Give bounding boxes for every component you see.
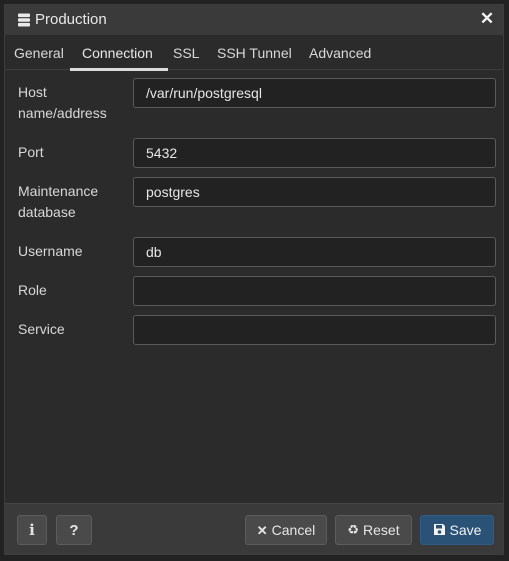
cancel-button[interactable]: ✕ Cancel [245,515,327,545]
service-label: Service [18,321,65,337]
close-icon[interactable]: ✕ [479,10,495,28]
tab-connection[interactable]: Connection [82,45,153,61]
host-label: Host name/address [18,82,107,124]
port-label: Port [18,144,44,160]
maintenance-db-input[interactable] [133,177,496,207]
save-label: Save [449,522,482,538]
database-icon [17,13,31,27]
maintenance-db-label: Maintenance database [18,181,98,223]
username-label: Username [18,243,83,259]
port-input[interactable] [133,138,496,168]
host-label-line2: name/address [18,105,107,121]
save-button[interactable]: Save [420,515,494,545]
reset-label: Reset [363,522,400,538]
maintenance-db-label-line1: Maintenance [18,183,99,199]
tab-general[interactable]: General [14,45,64,61]
service-input[interactable] [133,315,496,345]
close-icon: ✕ [256,522,268,538]
active-tab-indicator [70,68,168,71]
info-button[interactable]: i [17,515,47,545]
tab-ssh-tunnel[interactable]: SSH Tunnel [217,45,292,61]
info-icon: i [29,520,35,539]
connection-dialog: Production ✕ General Connection SSL SSH … [4,4,504,555]
reset-button[interactable]: ♻ Reset [335,515,412,545]
username-input[interactable] [133,237,496,267]
role-label: Role [18,282,47,298]
dialog-title: Production [35,11,107,28]
dialog-footer: i ? ✕ Cancel ♻ Reset Save [5,503,503,554]
help-button[interactable]: ? [56,515,92,545]
cancel-label: Cancel [271,522,316,538]
maintenance-db-label-line2: database [18,204,76,220]
recycle-icon: ♻ [347,522,360,538]
help-icon: ? [69,521,79,539]
floppy-disk-icon [433,523,446,538]
host-input[interactable] [133,78,496,108]
host-label-line1: Host [18,84,47,100]
tab-bar: General Connection SSL SSH Tunnel Advanc… [5,37,503,71]
tab-advanced[interactable]: Advanced [309,45,371,61]
tab-ssl[interactable]: SSL [173,45,199,61]
dialog-titlebar: Production ✕ [5,5,503,35]
role-input[interactable] [133,276,496,306]
